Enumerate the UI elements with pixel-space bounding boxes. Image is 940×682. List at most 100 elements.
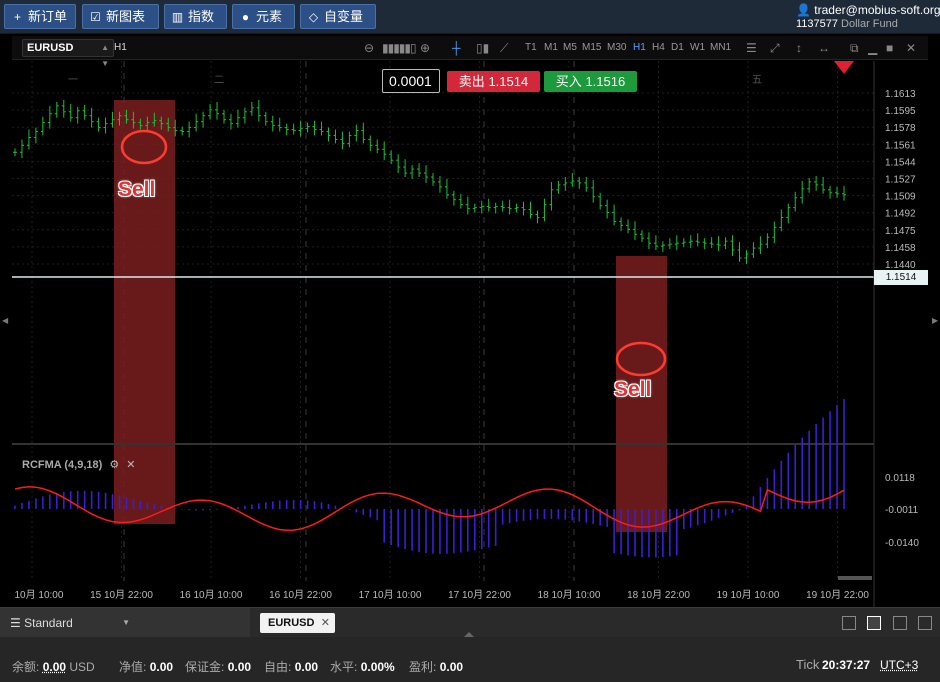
server-time: 20:37:27: [822, 658, 871, 672]
tf-MN1[interactable]: MN1: [710, 42, 731, 53]
price-tick-label: 1.1544: [885, 157, 916, 168]
vertical-line-tool-icon[interactable]: ↕: [796, 40, 802, 56]
menu-icon: ☰: [10, 616, 21, 630]
price-tick-label: 1.1509: [885, 192, 916, 203]
tf-M5[interactable]: M5: [563, 42, 577, 53]
tf-M1[interactable]: M1: [544, 42, 558, 53]
margin-level-status: 水平: 0.00%: [330, 660, 395, 674]
price-tick-label: 1.1613: [885, 89, 916, 100]
timezone-select[interactable]: UTC+3: [880, 658, 918, 672]
remove-indicator-icon[interactable]: ✕: [126, 459, 135, 471]
indicator-label: RCFMA (4,9,18) ⚙ ✕: [22, 459, 136, 471]
tf-T1[interactable]: T1: [525, 42, 537, 53]
left-panel-arrow[interactable]: ◀: [2, 316, 8, 325]
sell-button[interactable]: 卖出 1.1514: [447, 71, 540, 92]
horizontal-line-tool-icon[interactable]: ↔: [818, 40, 830, 56]
close-icon[interactable]: ✕: [906, 40, 916, 56]
chart-header: EURUSD ▲ ▼ H1 ⊖ ▮▮▮▮▮▯ ⊕ ┼ ▯▮ ⟋ T1 M1 M5 …: [12, 36, 928, 68]
user-icon: 👤: [796, 3, 811, 17]
top-toolbar: + 新订单 ☑ 新图表 ▥ 指数 ● 元素 ◇ 自变量 👤 trader@mobius-s…: [0, 0, 940, 34]
tf-D1[interactable]: D1: [671, 42, 684, 53]
detach-icon[interactable]: ⧉: [850, 40, 859, 56]
maximize-icon[interactable]: ■: [886, 40, 893, 56]
balance-status: 余额: 0.00 USD: [12, 660, 95, 674]
zoom-in-icon[interactable]: ⊕: [420, 40, 430, 56]
plus-icon: +: [13, 10, 21, 24]
elements-icon: ●: [241, 10, 250, 24]
status-bar: 余额: 0.00 USD 净值: 0.00 保证金: 0.00 自由: 0.00…: [0, 637, 940, 682]
close-tab-icon[interactable]: ✕: [321, 613, 330, 633]
symbol-select[interactable]: EURUSD ▲ ▼: [22, 39, 114, 68]
margin-status: 保证金: 0.00: [185, 660, 252, 674]
new-chart-button[interactable]: ☑ 新图表: [82, 4, 159, 29]
indicator-tick-label: -0.0140: [885, 538, 919, 549]
new-order-button[interactable]: + 新订单: [4, 4, 76, 29]
profit-status: 盈利: 0.00: [409, 660, 464, 674]
diamond-icon: ◇: [308, 10, 319, 24]
time-tick-label: 17 10月 22:00: [448, 589, 511, 601]
tf-H1[interactable]: H1: [633, 42, 646, 53]
trendline-tool-icon[interactable]: ⤢: [770, 40, 780, 56]
price-tick-label: 1.1595: [885, 106, 916, 117]
day-marker: 五: [752, 75, 762, 86]
price-tick-label: 1.1578: [885, 123, 916, 134]
right-panel-arrow[interactable]: ▶: [932, 316, 938, 325]
candle-chart-type-icon[interactable]: ▯▮: [476, 40, 489, 56]
horizontal-scrollbar[interactable]: [838, 576, 872, 580]
fib-tool-icon[interactable]: ☰: [746, 40, 757, 56]
sell-annotation-1: Sell: [118, 178, 156, 201]
tab-eurusd[interactable]: EURUSD ✕: [260, 613, 335, 633]
template-select[interactable]: ☰ Standard ▼: [0, 608, 250, 638]
settings-icon[interactable]: ⚙: [109, 459, 119, 471]
equity-status: 净值: 0.00: [119, 660, 174, 674]
lot-step-input[interactable]: 0.0001: [382, 69, 440, 93]
time-axis: 15 10月 10:00 15 10月 22:00 16 10月 10:00 16 1…: [12, 589, 869, 601]
price-tick-label: 1.1492: [885, 209, 916, 220]
variables-button[interactable]: ◇ 自变量: [300, 4, 376, 29]
time-tick-label: 18 10月 10:00: [538, 589, 601, 601]
tf-M15[interactable]: M15: [582, 42, 601, 53]
day-marker: 一: [68, 75, 78, 86]
price-tick-label: 1.1475: [885, 226, 916, 237]
time-tick-label: 17 10月 10:00: [359, 589, 422, 601]
layout-columns-button[interactable]: [893, 616, 907, 630]
trading-terminal: + 新订单 ☑ 新图表 ▥ 指数 ● 元素 ◇ 自变量 👤 trader@mobius-s…: [0, 0, 940, 682]
time-tick-label: 18 10月 22:00: [627, 589, 690, 601]
tf-W1[interactable]: W1: [690, 42, 705, 53]
time-tick-label: 19 10月 10:00: [717, 589, 780, 601]
elements-button[interactable]: ● 元素: [232, 4, 295, 29]
time-tick-label: 15 10月 22:00: [90, 589, 153, 601]
price-tick-label: 1.1527: [885, 175, 916, 186]
indicator-tick-label: -0.0011: [885, 505, 919, 516]
time-tick-label: 19 10月 22:00: [806, 589, 869, 601]
account-info[interactable]: 👤 trader@mobius-soft.org 1137577 Dollar F…: [792, 2, 940, 32]
time-tick-label: 15 10月 10:00: [12, 589, 64, 601]
day-marker: 二: [214, 75, 224, 86]
price-chart[interactable]: 1.1613 1.1595 1.1578 1.1561 1.1544 1.1527 1.15…: [12, 61, 928, 607]
tick-label: Tick: [796, 657, 820, 672]
layout-rows-button[interactable]: [918, 616, 932, 630]
layout-grid-button[interactable]: [867, 616, 881, 630]
bar-chart-type-icon[interactable]: ┼: [452, 40, 461, 56]
current-price-tag: 1.1514: [874, 270, 928, 285]
account-user: 👤 trader@mobius-soft.org: [796, 3, 940, 17]
zoom-slider[interactable]: ▮▮▮▮▮▯: [382, 40, 417, 56]
tf-H4[interactable]: H4: [652, 42, 665, 53]
free-margin-status: 自由: 0.00: [264, 660, 319, 674]
chevron-down-icon: ▼: [122, 618, 130, 627]
indicators-button[interactable]: ▥ 指数: [164, 4, 227, 29]
current-timeframe: H1: [114, 42, 127, 53]
line-chart-type-icon[interactable]: ⟋: [500, 40, 508, 56]
tf-M30[interactable]: M30: [607, 42, 626, 53]
sell-annotation-2: Sell: [614, 378, 652, 401]
time-tick-label: 16 10月 22:00: [269, 589, 332, 601]
account-id: 1137577 Dollar Fund: [796, 18, 898, 30]
time-tick-label: 16 10月 10:00: [180, 589, 243, 601]
minimize-icon[interactable]: ▁: [868, 40, 877, 56]
zoom-out-icon[interactable]: ⊖: [364, 40, 374, 56]
price-tick-label: 1.1458: [885, 243, 916, 254]
indicator-tick-label: 0.0118: [885, 473, 915, 484]
buy-button[interactable]: 买入 1.1516: [544, 71, 637, 92]
layout-single-button[interactable]: [842, 616, 856, 630]
indicator-axis: 0.0118 -0.0011 -0.0140: [885, 473, 919, 549]
